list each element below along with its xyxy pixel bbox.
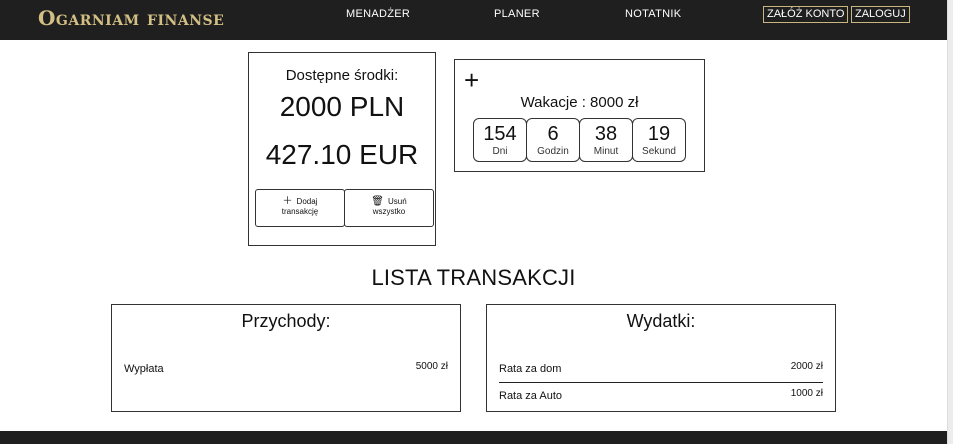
- countdown-minutes: 38 Minut: [579, 118, 633, 162]
- funds-eur-value: 427.10 EUR: [265, 139, 419, 170]
- transaction-amount: 1000 zł: [790, 388, 823, 399]
- funds-title: Dostępne środki:: [285, 67, 399, 84]
- delete-all-label-2: wszystko: [372, 207, 406, 216]
- delete-all-button[interactable]: 🗑 Usuń wszystko: [344, 189, 434, 227]
- funds-pln-value: 2000 PLN: [279, 91, 405, 122]
- add-goal-plus-icon[interactable]: +: [464, 66, 479, 94]
- income-card: Przychody: Wypłata 5000 zł: [111, 304, 461, 412]
- nav-menadzer[interactable]: MENADŻER: [346, 8, 410, 20]
- transaction-amount: 5000 zł: [415, 361, 448, 372]
- vertical-scrollbar[interactable]: [947, 0, 953, 444]
- add-transaction-label-1: Dodaj: [296, 197, 318, 206]
- countdown-label: Minut: [593, 146, 619, 157]
- income-title: Przychody:: [241, 311, 331, 331]
- goal-title: Wakacje : 8000 zł: [520, 94, 639, 111]
- trash-icon: 🗑: [371, 196, 384, 207]
- transaction-name: Rata za Auto: [499, 390, 562, 402]
- countdown-value: 38: [594, 123, 618, 145]
- transaction-name: Rata za dom: [499, 363, 562, 375]
- login-button[interactable]: ZALOGUJ: [851, 6, 910, 23]
- nav-planer[interactable]: PLANER: [494, 8, 540, 20]
- add-transaction-label-2: transakcję: [281, 207, 319, 216]
- footer-bar: [0, 431, 947, 444]
- expenses-title: Wydatki:: [626, 311, 696, 331]
- countdown-label: Sekund: [642, 146, 676, 157]
- transactions-list-title: LISTA TRANSAKCJI: [371, 265, 576, 290]
- countdown-label: Godzin: [537, 146, 569, 157]
- delete-all-label-1: Usuń: [388, 197, 407, 206]
- countdown-value: 154: [483, 123, 517, 145]
- countdown-value: 6: [547, 123, 559, 145]
- countdown-label: Dni: [492, 146, 508, 157]
- countdown-value: 19: [647, 123, 671, 145]
- nav-notatnik[interactable]: NOTATNIK: [625, 8, 681, 20]
- transaction-divider: [499, 382, 823, 383]
- transaction-name: Wypłata: [124, 363, 164, 375]
- transaction-amount: 2000 zł: [790, 361, 823, 372]
- register-button[interactable]: ZAŁÓŻ KONTO: [763, 6, 849, 23]
- countdown-hours: 6 Godzin: [526, 118, 580, 162]
- add-transaction-button[interactable]: ＋ Dodaj transakcję: [255, 189, 345, 227]
- brand-logo[interactable]: Ogarniam finanse: [38, 6, 224, 30]
- available-funds-card: Dostępne środki: 2000 PLN 427.10 EUR ＋ Do…: [248, 52, 436, 246]
- expenses-card: Wydatki: Rata za dom 2000 zł Rata za Aut…: [486, 304, 836, 412]
- countdown-days: 154 Dni: [473, 118, 527, 162]
- countdown-seconds: 19 Sekund: [632, 118, 686, 162]
- plus-icon: ＋: [282, 196, 293, 207]
- savings-goal-card: + Wakacje : 8000 zł 154 Dni 6 Godzin 38 …: [454, 59, 705, 172]
- top-navbar: Ogarniam finanse MENADŻER PLANER NOTATNI…: [0, 0, 947, 40]
